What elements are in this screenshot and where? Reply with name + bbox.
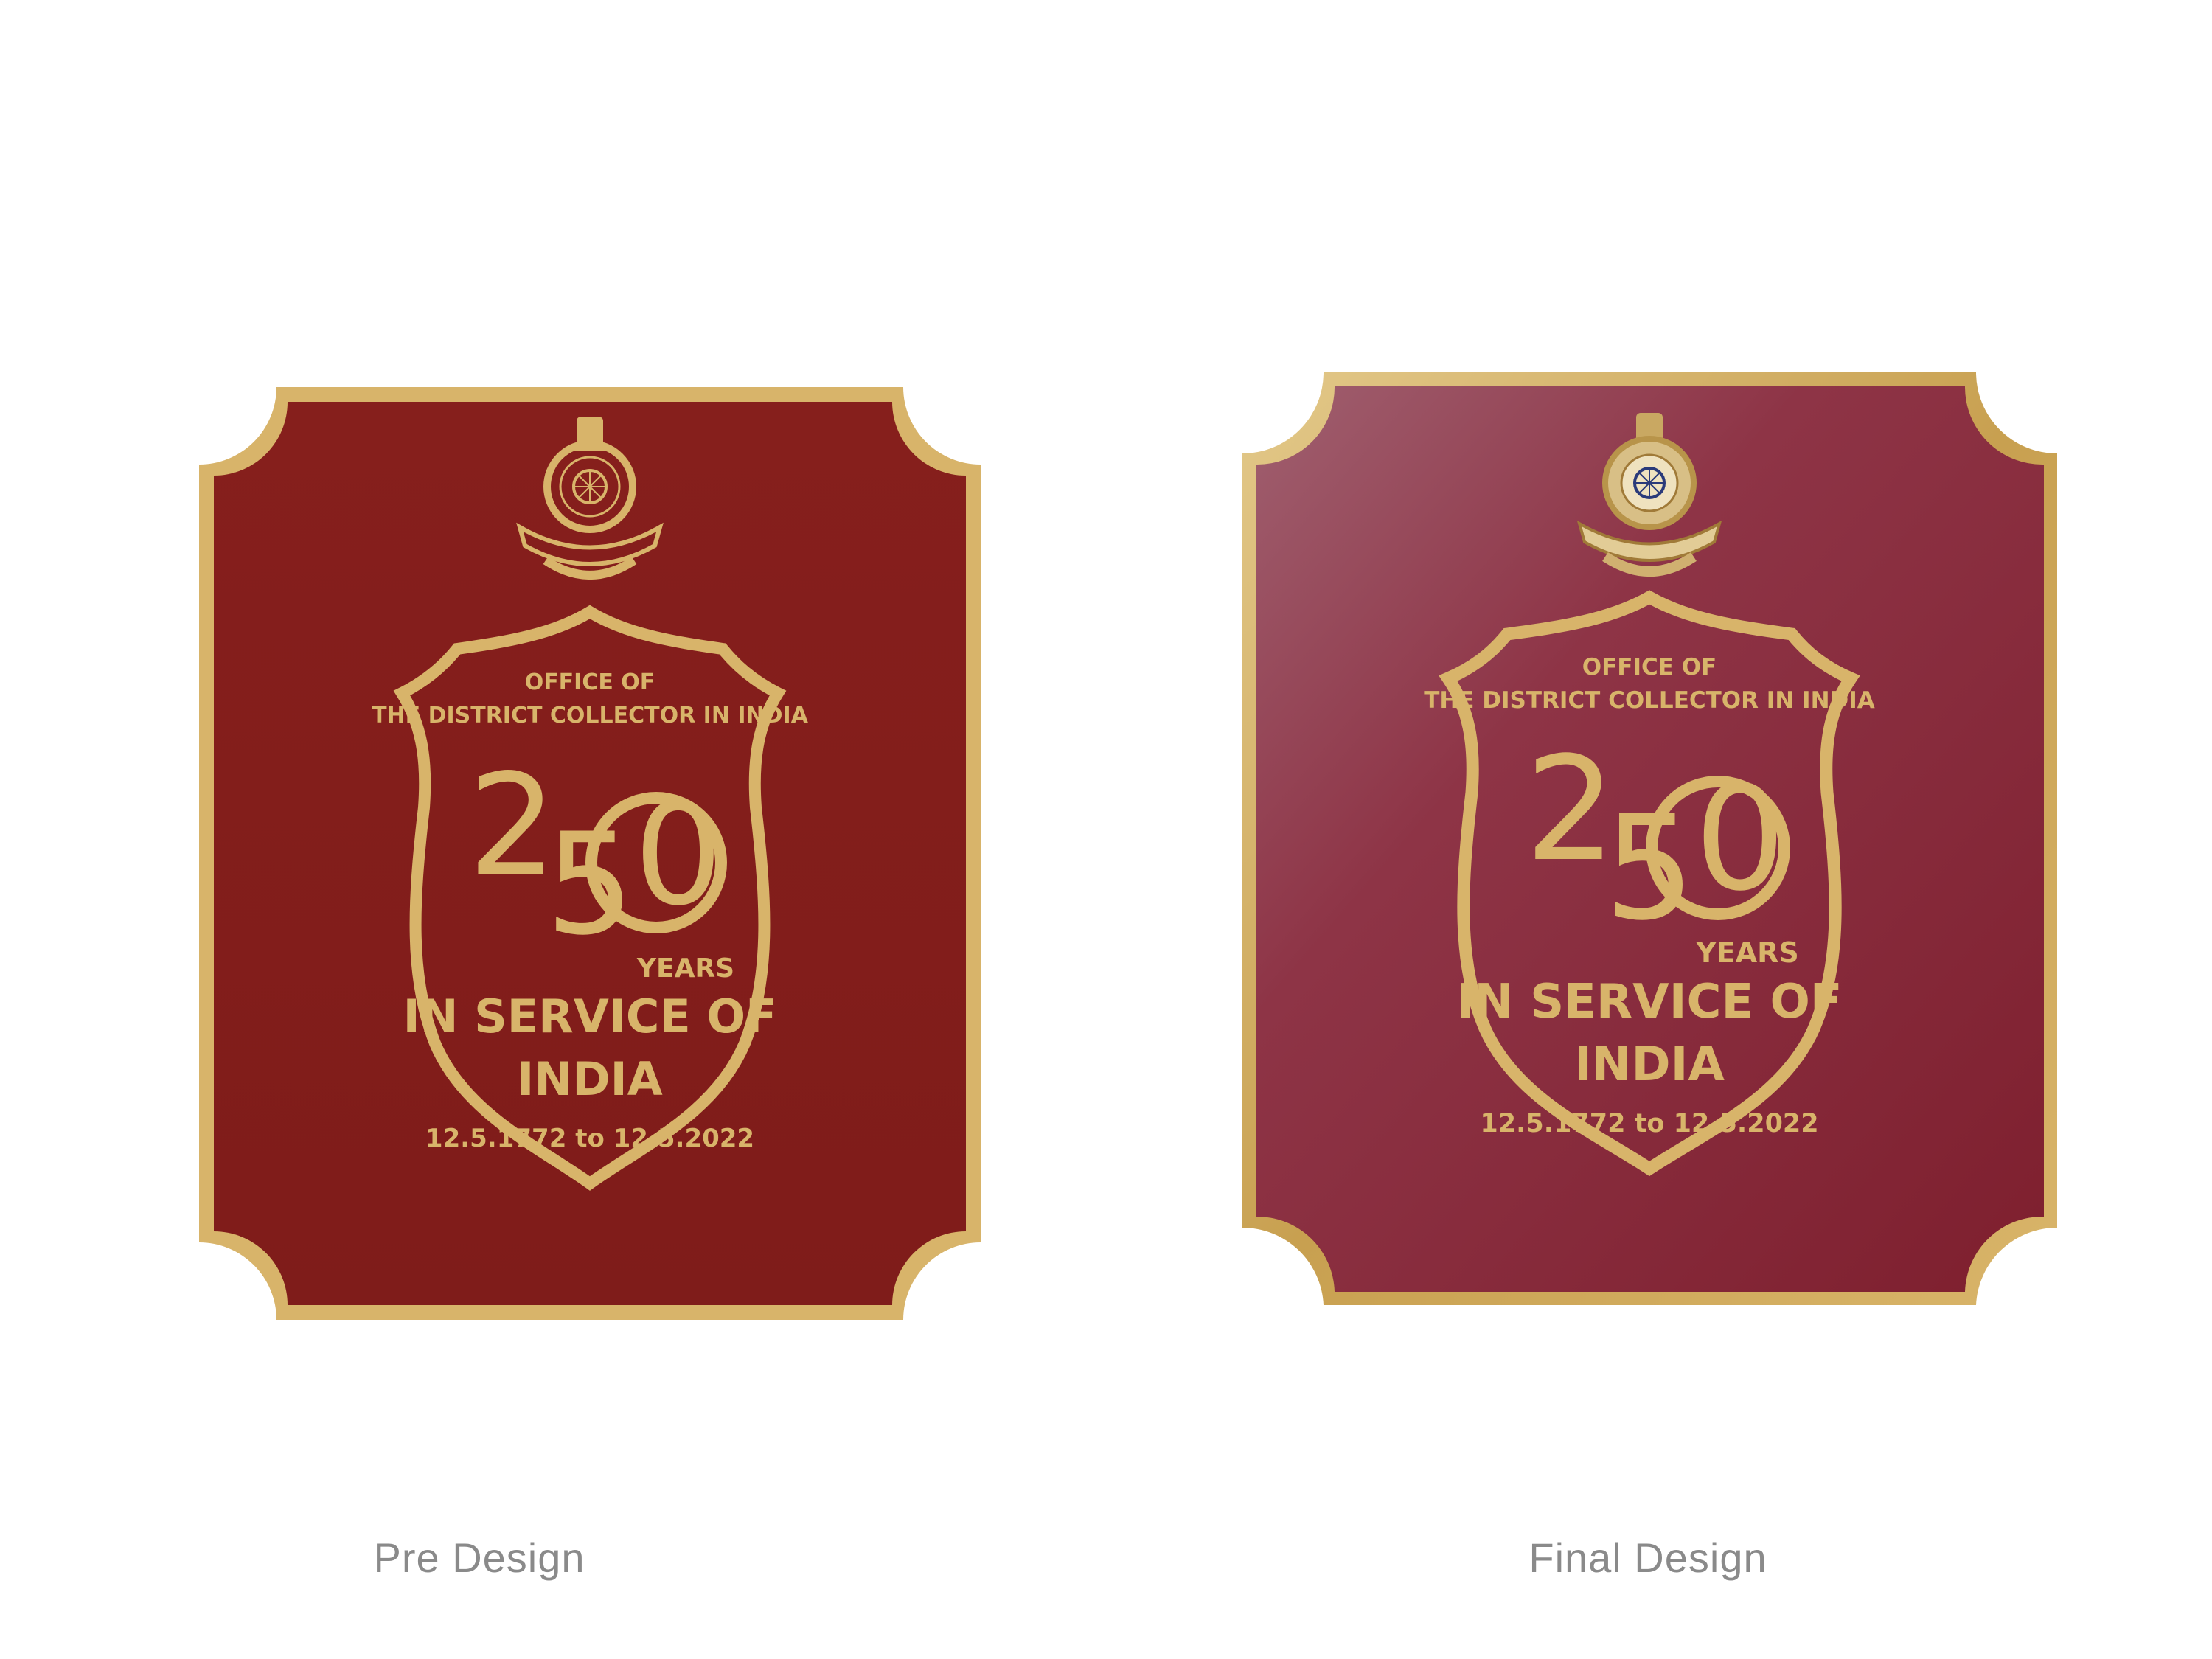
pre-design-plaque: OFFICE OF THE DISTRICT COLLECTOR IN INDI… (199, 387, 981, 1320)
service-line1: IN SERVICE OF (403, 990, 777, 1043)
heading-line2: THE DISTRICT COLLECTOR IN INDIA (372, 703, 809, 728)
heading-line1: OFFICE OF (525, 669, 655, 695)
pre-design-caption: Pre Design (373, 1534, 585, 1581)
service-line1: IN SERVICE OF (1456, 975, 1842, 1029)
number-two: 2 (1525, 726, 1616, 893)
final-design-caption: Final Design (1528, 1534, 1767, 1581)
service-line2: INDIA (517, 1052, 662, 1106)
date-range: 12.5.1772 to 12.5.2022 (425, 1124, 754, 1153)
years-label: YEARS (636, 953, 734, 984)
heading-line1: OFFICE OF (1582, 654, 1717, 681)
final-design-plaque: OFFICE OF THE DISTRICT COLLECTOR IN INDI… (1242, 372, 2057, 1305)
date-range: 12.5.1772 to 12.5.2022 (1480, 1109, 1818, 1138)
heading-line2: THE DISTRICT COLLECTOR IN INDIA (1424, 687, 1875, 714)
years-label: YEARS (1695, 936, 1799, 969)
number-two: 2 (468, 744, 557, 907)
service-line2: INDIA (1574, 1037, 1725, 1092)
